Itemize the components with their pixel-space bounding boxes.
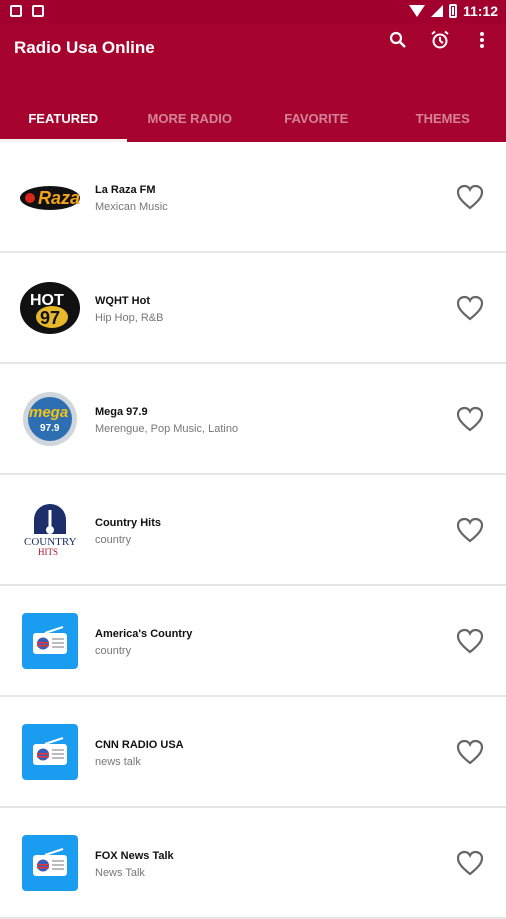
favorite-heart-icon[interactable] — [456, 295, 484, 321]
station-row[interactable]: America's Country country — [0, 586, 506, 697]
overflow-menu-button[interactable] — [472, 30, 492, 50]
status-time: 11:12 — [463, 3, 498, 19]
station-row[interactable]: Raza La Raza FM Mexican Music — [0, 142, 506, 253]
station-genre: Mexican Music — [95, 201, 168, 213]
station-genre: Hip Hop, R&B — [95, 312, 163, 324]
tab-featured[interactable]: FEATURED — [0, 94, 127, 142]
wifi-icon — [409, 5, 425, 17]
alarm-button[interactable] — [430, 30, 450, 50]
app-title: Radio Usa Online — [14, 38, 155, 58]
favorite-heart-icon[interactable] — [456, 184, 484, 210]
app-bar: Radio Usa Online FEATURED — [0, 24, 506, 142]
tab-themes[interactable]: THEMES — [380, 94, 506, 142]
search-icon — [389, 31, 407, 49]
radio-tile-icon — [22, 613, 78, 669]
battery-icon — [449, 4, 457, 18]
station-name: America's Country — [95, 628, 192, 640]
radio-tile-logo — [18, 611, 82, 671]
station-row[interactable]: HOT 97 WQHT Hot Hip Hop, R&B — [0, 253, 506, 364]
toolbar-actions — [388, 30, 492, 50]
station-name: La Raza FM — [95, 184, 156, 196]
system-icons: 11:12 — [409, 3, 498, 19]
station-genre: news talk — [95, 756, 141, 768]
mega979-logo-freq: 97.9 — [40, 423, 60, 434]
search-button[interactable] — [388, 30, 408, 50]
favorite-heart-icon[interactable] — [456, 406, 484, 432]
hot97-logo-top: HOT — [30, 292, 64, 309]
station-name: CNN RADIO USA — [95, 739, 184, 751]
tab-more-radio[interactable]: MORE RADIO — [127, 94, 254, 142]
alarm-clock-icon — [430, 30, 450, 50]
station-row[interactable]: COUNTRY HITS Country Hits country — [0, 475, 506, 586]
mega979-logo: mega 97.9 — [18, 389, 82, 449]
station-row[interactable]: FOX News Talk News Talk — [0, 808, 506, 919]
favorite-heart-icon[interactable] — [456, 517, 484, 543]
station-row[interactable]: mega 97.9 Mega 97.9 Merengue, Pop Music,… — [0, 364, 506, 475]
status-bar: 11:12 — [0, 0, 506, 24]
station-genre: Merengue, Pop Music, Latino — [95, 423, 238, 435]
la-raza-logo-text: Raza — [38, 188, 80, 208]
favorite-heart-icon[interactable] — [456, 628, 484, 654]
station-name: FOX News Talk — [95, 850, 174, 862]
favorite-heart-icon[interactable] — [456, 739, 484, 765]
mega979-logo-text: mega — [29, 404, 68, 421]
tab-bar: FEATURED MORE RADIO FAVORITE THEMES — [0, 94, 506, 142]
radio-tile-logo — [18, 722, 82, 782]
station-genre: country — [95, 645, 131, 657]
favorite-heart-icon[interactable] — [456, 850, 484, 876]
radio-tile-logo — [18, 833, 82, 893]
app-notification-icon — [32, 5, 44, 17]
radio-tile-icon — [22, 835, 78, 891]
station-name: Country Hits — [95, 517, 161, 529]
more-vert-icon — [479, 31, 485, 49]
station-genre: News Talk — [95, 867, 145, 879]
station-name: Mega 97.9 — [95, 406, 148, 418]
country-hits-logo-line2: HITS — [38, 547, 58, 557]
station-list: Raza La Raza FM Mexican Music HOT 97 WQH… — [0, 142, 506, 919]
signal-icon — [431, 5, 443, 17]
station-row[interactable]: CNN RADIO USA news talk — [0, 697, 506, 808]
radio-tile-icon — [22, 724, 78, 780]
station-name: WQHT Hot — [95, 295, 150, 307]
country-hits-logo: COUNTRY HITS — [18, 500, 82, 560]
notification-icons — [10, 5, 44, 17]
station-genre: country — [95, 534, 131, 546]
hot97-logo: HOT 97 — [18, 278, 82, 338]
image-notification-icon — [10, 5, 22, 17]
la-raza-logo: Raza — [18, 167, 82, 227]
hot97-logo-bottom: 97 — [40, 308, 60, 328]
tab-favorite[interactable]: FAVORITE — [253, 94, 380, 142]
